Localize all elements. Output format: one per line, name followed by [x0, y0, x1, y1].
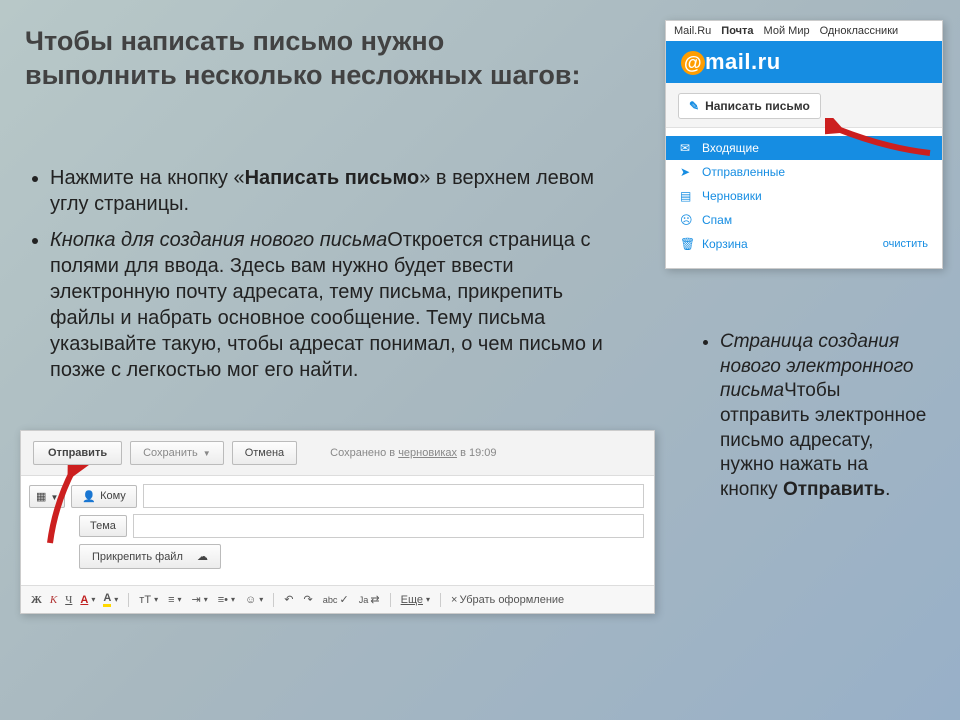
attach-file-button[interactable]: Прикрепить файл ☁	[79, 544, 221, 569]
compose-button-label: Написать письмо	[705, 99, 810, 113]
trash-icon: 🗑	[680, 237, 694, 251]
folder-list: ✉ Входящие ➤ Отправленные ▤ Черновики ☹ …	[666, 128, 942, 268]
saved-note: Сохранено в черновиках в 19:09	[330, 447, 496, 459]
bullet-compose-page-desc: Кнопка для создания нового письмаОткроет…	[50, 227, 605, 383]
mailru-logo: @mail.ru	[666, 41, 942, 83]
chevron-down-icon: ▼	[203, 449, 211, 458]
compose-icon: ✎	[689, 99, 699, 113]
subject-input[interactable]	[133, 514, 644, 538]
folder-drafts[interactable]: ▤ Черновики	[666, 184, 942, 208]
drafts-link[interactable]: черновиках	[398, 447, 457, 459]
redo-button[interactable]: ↷	[304, 593, 313, 606]
to-row: ▦ ▼ 👤 Кому	[29, 484, 654, 508]
main-bullet-list: Нажмите на кнопку «Написать письмо» в ве…	[50, 165, 605, 393]
format-toolbar: Ж К Ч А▾ А▾ тТ▾ ≡▾ ⇥▾ ≡•▾ ☺▾ ↶ ↷ abc✓ Ja…	[21, 585, 654, 613]
more-formatting-button[interactable]: Еще▾	[401, 594, 430, 606]
bullet-send-hint: Страница создания нового электронного пи…	[720, 330, 930, 503]
italic-button[interactable]: К	[50, 594, 57, 606]
priority-dropdown[interactable]: ▦ ▼	[29, 485, 65, 508]
nav-ok[interactable]: Одноклассники	[820, 25, 899, 37]
highlight-button[interactable]: А▾	[103, 592, 118, 607]
drafts-icon: ▤	[680, 189, 694, 203]
spellcheck-button[interactable]: abc✓	[323, 593, 349, 606]
inbox-icon: ✉	[680, 141, 694, 155]
trash-clear-link[interactable]: очистить	[883, 238, 928, 250]
list-button[interactable]: ≡•▾	[218, 594, 235, 606]
folder-spam[interactable]: ☹ Спам	[666, 208, 942, 232]
compose-toolbar: Отправить Сохранить▼ Отмена Сохранено в …	[21, 431, 654, 476]
clear-formatting-button[interactable]: × Убрать оформление	[451, 594, 564, 606]
to-input[interactable]	[143, 484, 644, 508]
mailru-sidebar-screenshot: Mail.Ru Почта Мой Мир Одноклассники @mai…	[665, 20, 943, 269]
folder-inbox[interactable]: ✉ Входящие	[666, 136, 942, 160]
send-button[interactable]: Отправить	[33, 441, 122, 465]
bold-button[interactable]: Ж	[31, 594, 42, 606]
font-size-button[interactable]: тТ▾	[139, 594, 158, 606]
mailru-at-icon: @	[681, 51, 705, 75]
nav-moimir[interactable]: Мой Мир	[764, 25, 810, 37]
font-color-button[interactable]: А▾	[80, 594, 95, 606]
subject-label: Тема	[79, 515, 127, 537]
compose-button[interactable]: ✎ Написать письмо	[678, 93, 821, 119]
align-button[interactable]: ≡▾	[168, 594, 181, 606]
mailru-top-nav: Mail.Ru Почта Мой Мир Одноклассники	[666, 21, 942, 41]
subject-row: Тема	[79, 514, 654, 538]
translate-button[interactable]: Ja⇄	[359, 593, 380, 606]
slide-title: Чтобы написать письмо нужно выполнить не…	[25, 25, 595, 93]
to-label-button[interactable]: 👤 Кому	[71, 485, 136, 508]
right-bullet-list: Страница создания нового электронного пи…	[720, 330, 930, 503]
folder-trash[interactable]: 🗑 Корзина очистить	[666, 232, 942, 256]
sent-icon: ➤	[680, 165, 694, 179]
compose-page-screenshot: Отправить Сохранить▼ Отмена Сохранено в …	[20, 430, 655, 614]
cancel-button[interactable]: Отмена	[232, 441, 297, 465]
person-icon: 👤	[82, 490, 96, 503]
cloud-icon: ☁	[197, 550, 208, 563]
nav-pochta[interactable]: Почта	[721, 25, 753, 37]
indent-button[interactable]: ⇥▾	[192, 593, 208, 606]
nav-mailru[interactable]: Mail.Ru	[674, 25, 711, 37]
save-button[interactable]: Сохранить▼	[130, 441, 224, 465]
undo-button[interactable]: ↶	[284, 593, 293, 606]
emoji-button[interactable]: ☺▾	[245, 594, 263, 606]
bullet-compose-hint: Нажмите на кнопку «Написать письмо» в ве…	[50, 165, 605, 217]
spam-icon: ☹	[680, 213, 694, 227]
underline-button[interactable]: Ч	[65, 594, 72, 606]
folder-sent[interactable]: ➤ Отправленные	[666, 160, 942, 184]
